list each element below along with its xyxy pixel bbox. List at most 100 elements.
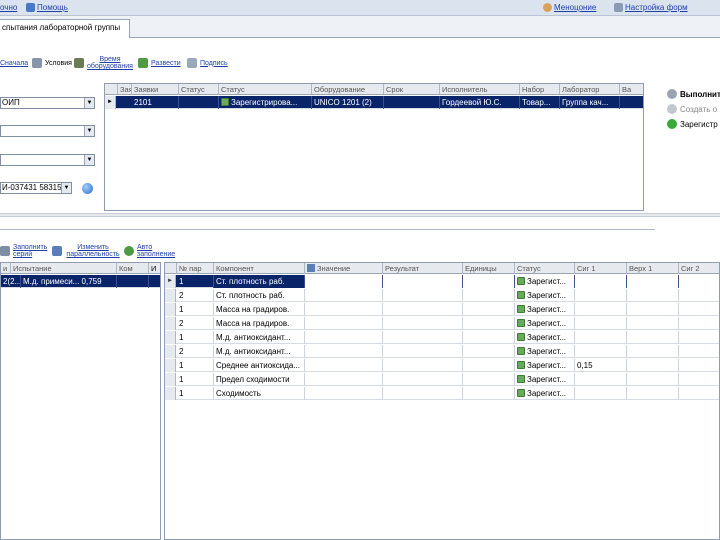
cell-set[interactable]: Товар... (520, 96, 560, 109)
cell-status[interactable]: Зарегист... (515, 373, 575, 386)
cell-unit[interactable] (463, 359, 515, 372)
table-row[interactable]: 2 Ст. плотность раб. Зарегист... (165, 289, 719, 302)
col-header-requests[interactable]: Заявки (132, 84, 179, 95)
col-header-i[interactable]: И (149, 263, 160, 274)
register-button[interactable]: Зарегистр (667, 119, 718, 129)
col-header[interactable] (165, 263, 177, 274)
cell-va[interactable] (620, 96, 643, 109)
chevron-down-icon[interactable]: ▼ (61, 183, 71, 193)
cell-s2[interactable] (679, 373, 719, 386)
cell-s2[interactable] (679, 289, 719, 302)
table-row[interactable]: 1 Масса на градиров. Зарегист... (165, 303, 719, 316)
cell-n[interactable]: 1 (177, 359, 214, 372)
cell-val[interactable] (305, 387, 383, 400)
cell-val[interactable] (305, 317, 383, 330)
cell-comp[interactable]: Среднее антиоксида... (214, 359, 305, 372)
table-row[interactable]: 1 Сходимость Зарегист... (165, 387, 719, 400)
cell-val[interactable] (305, 275, 383, 288)
cell-comp[interactable]: Сходимость (214, 387, 305, 400)
cell-unit[interactable] (463, 275, 515, 288)
menu-settings[interactable]: Настройка форм (614, 3, 688, 12)
cell-n[interactable]: 1 (177, 387, 214, 400)
cell-val[interactable] (305, 303, 383, 316)
cell-s2[interactable] (679, 275, 719, 288)
cell-n[interactable]: 1 (177, 373, 214, 386)
splitter[interactable] (0, 213, 720, 217)
table-row[interactable]: 2(2... М.д. примеси... 0,759 (1, 275, 160, 288)
cell-s1[interactable] (575, 387, 627, 400)
table-row[interactable]: 1 Среднее антиоксида... Зарегист... 0,15 (165, 359, 719, 372)
cell-res[interactable] (383, 303, 463, 316)
cell-unit[interactable] (463, 345, 515, 358)
col-header-component[interactable]: Компонент (214, 263, 305, 274)
menu-user-label[interactable]: Меноцоние (554, 3, 596, 12)
filter-combo-1[interactable]: ОИП ▼ (0, 97, 95, 109)
sign-button[interactable]: Подпись (187, 58, 228, 68)
cell-s2[interactable] (679, 359, 719, 372)
table-row[interactable]: 2 М.д. антиоксидант... Зарегист... (165, 345, 719, 358)
cell-comp[interactable]: М.д. антиоксидант... (214, 331, 305, 344)
cell-s2[interactable] (679, 345, 719, 358)
cell-s2[interactable] (679, 387, 719, 400)
col-header-va[interactable]: Ва (620, 84, 643, 95)
cell-request[interactable]: 2101 (132, 96, 179, 109)
dilute-button[interactable]: Развести (138, 58, 181, 68)
filter-combo-3[interactable]: ▼ (0, 154, 95, 166)
cell-s1[interactable] (575, 289, 627, 302)
cell-v1[interactable] (627, 387, 679, 400)
col-header[interactable]: Заявки (118, 84, 132, 95)
cell-n[interactable]: 2 (177, 317, 214, 330)
cell-v1[interactable] (627, 303, 679, 316)
cell-executor[interactable]: Гордеевой Ю.С. (440, 96, 520, 109)
menu-settings-label[interactable]: Настройка форм (625, 3, 688, 12)
create-button[interactable]: Создать о (667, 104, 717, 114)
col-header-sig1[interactable]: Сиг 1 (575, 263, 627, 274)
col-header-lab[interactable]: Лаборатор (560, 84, 620, 95)
cell-s2[interactable] (679, 331, 719, 344)
menu-help[interactable]: Помощь (26, 3, 68, 12)
cell-res[interactable] (383, 289, 463, 302)
cell-status[interactable]: Зарегист... (515, 289, 575, 302)
cell-s2[interactable] (679, 303, 719, 316)
col-header-executor[interactable]: Исполнитель (440, 84, 520, 95)
table-row[interactable]: 1 Предел сходимости Зарегист... (165, 373, 719, 386)
cell-val[interactable] (305, 345, 383, 358)
cell-s1[interactable] (575, 331, 627, 344)
table-row[interactable]: 2 Масса на градиров. Зарегист... (165, 317, 719, 330)
cell-val[interactable] (305, 331, 383, 344)
cell-val[interactable] (305, 359, 383, 372)
col-header-test[interactable]: Испытание (11, 263, 117, 274)
cell-id[interactable]: 2(2... (1, 275, 21, 288)
cell-i[interactable] (149, 275, 160, 288)
cell-res[interactable] (383, 317, 463, 330)
col-header-status[interactable]: Статус (515, 263, 575, 274)
cell-unit[interactable] (463, 373, 515, 386)
col-header-par-no[interactable]: № пар (177, 263, 214, 274)
cell-res[interactable] (383, 275, 463, 288)
cell-s1[interactable] (575, 317, 627, 330)
menu-window[interactable]: очно (0, 3, 17, 12)
col-header-sig2[interactable]: Сиг 2 (679, 263, 719, 274)
filter-combo-2[interactable]: ▼ (0, 125, 95, 137)
cell-res[interactable] (383, 373, 463, 386)
cell-comp[interactable]: Ст. плотность раб. (214, 289, 305, 302)
cell-status1[interactable] (179, 96, 219, 109)
cell-s2[interactable] (679, 317, 719, 330)
menu-window-label[interactable]: очно (0, 3, 17, 12)
cell-unit[interactable] (463, 331, 515, 344)
cell-res[interactable] (383, 359, 463, 372)
filter-combo-4[interactable]: И-037431 58315 ▼ (0, 182, 72, 194)
col-header[interactable]: и (1, 263, 11, 274)
cell-v1[interactable] (627, 275, 679, 288)
cell-n[interactable]: 2 (177, 289, 214, 302)
chevron-down-icon[interactable]: ▼ (84, 126, 94, 136)
cell-status[interactable]: Зарегист... (515, 359, 575, 372)
cell-status[interactable]: Зарегист... (515, 345, 575, 358)
table-row[interactable]: ► 1 Ст. плотность раб. Зарегист... (165, 275, 719, 288)
cell-comp[interactable]: М.д. антиоксидант... (214, 345, 305, 358)
col-header-status2[interactable]: Статус (219, 84, 312, 95)
cell-test[interactable]: М.д. примеси... 0,759 (21, 275, 117, 288)
cell-s1[interactable] (575, 373, 627, 386)
cell-v1[interactable] (627, 331, 679, 344)
menu-help-label[interactable]: Помощь (37, 3, 68, 12)
